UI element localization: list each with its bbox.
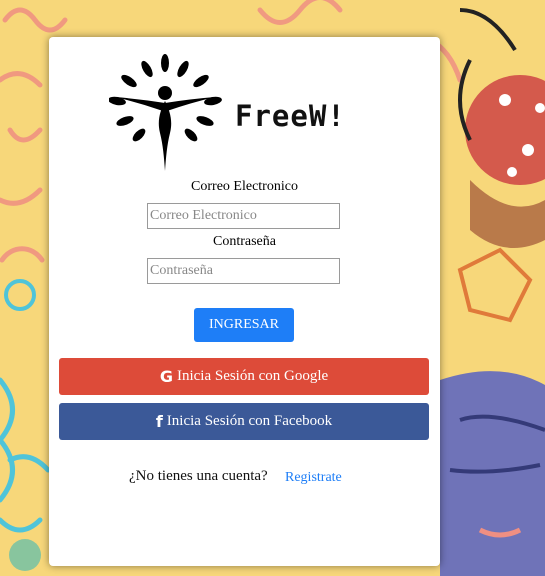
- google-login-label: Inicia Sesión con Google: [176, 368, 329, 384]
- login-card: FreeW! Correo Electronico Contraseña ING…: [49, 37, 440, 566]
- register-link[interactable]: Registrate: [285, 470, 342, 486]
- facebook-login-label: Inicia Sesión con Facebook: [166, 413, 333, 429]
- facebook-login-button[interactable]: f Inicia Sesión con Facebook: [59, 403, 429, 440]
- email-input[interactable]: [147, 203, 340, 229]
- facebook-icon: f: [155, 412, 163, 431]
- google-icon: G: [159, 367, 173, 386]
- login-button[interactable]: INGRESAR: [194, 308, 294, 342]
- signup-question: ¿No tienes una cuenta?: [129, 468, 268, 484]
- password-label: Contraseña: [213, 234, 276, 249]
- brand-name: FreeW!: [235, 99, 346, 133]
- email-label: Correo Electronico: [191, 179, 298, 194]
- google-login-button[interactable]: G Inicia Sesión con Google: [59, 358, 429, 395]
- password-input[interactable]: [147, 258, 340, 284]
